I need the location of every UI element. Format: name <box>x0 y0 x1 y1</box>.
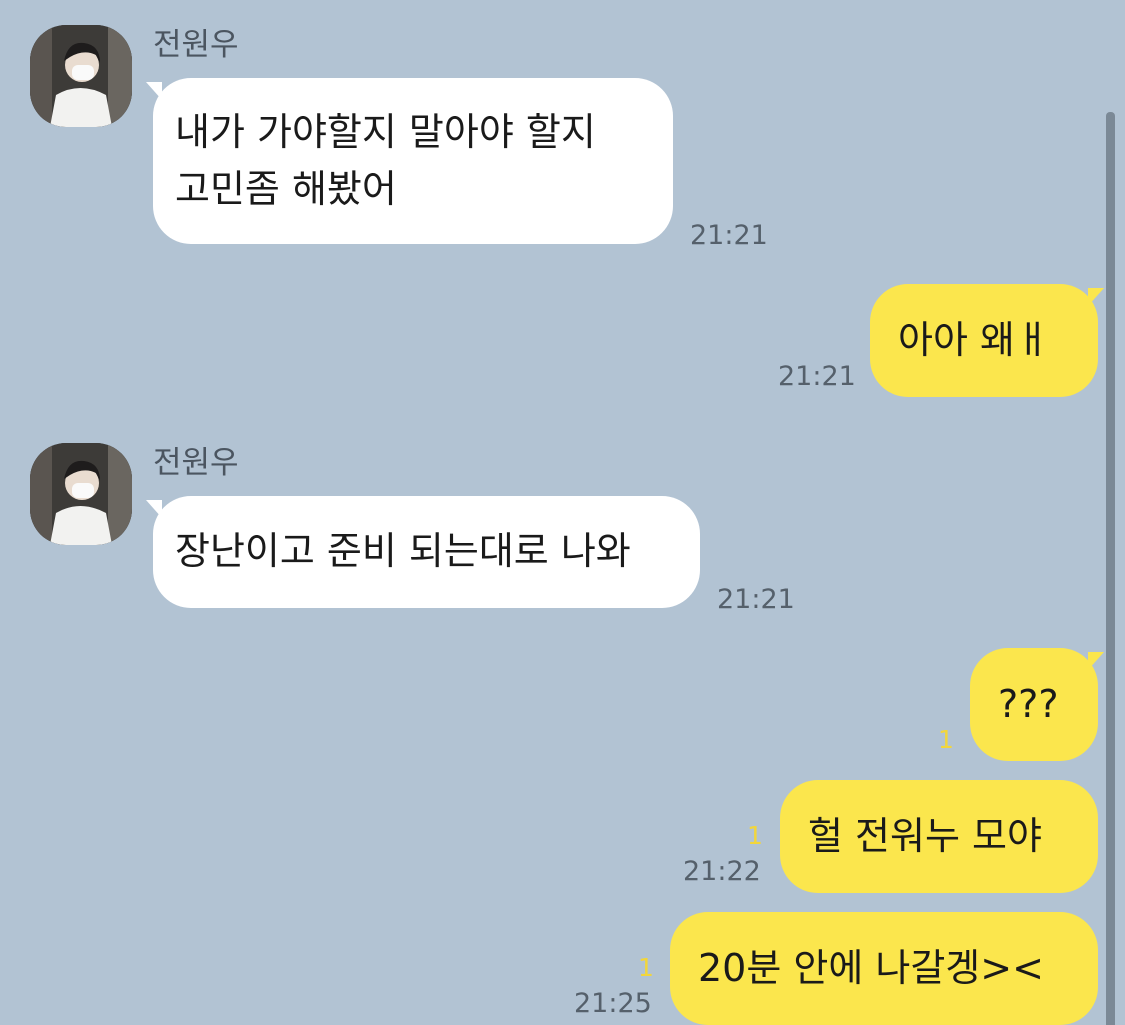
sender-name: 전원우 <box>153 445 239 481</box>
message-text: 장난이고 준비 되는대로 나와 <box>175 529 631 573</box>
message-text: 헐 전워누 모야 <box>808 814 1042 858</box>
message-time: 21:22 <box>683 856 761 887</box>
message-time: 21:21 <box>778 361 856 392</box>
message-text: 아아 왜ㅐ <box>898 318 1050 362</box>
message-bubble-outgoing[interactable]: 아아 왜ㅐ <box>870 284 1098 397</box>
avatar-photo <box>30 443 132 545</box>
avatar[interactable] <box>30 443 132 545</box>
message-time: 21:25 <box>574 988 652 1019</box>
message-text-line: 내가 가야할지 말아야 할지 <box>175 110 596 154</box>
message-time: 21:21 <box>690 220 768 251</box>
message-text-line: 고민좀 해봤어 <box>175 167 397 211</box>
unread-count: 1 <box>938 725 954 754</box>
message-bubble-incoming[interactable]: 내가 가야할지 말아야 할지 고민좀 해봤어 <box>153 78 673 244</box>
message-text: 20분 안에 나갈겡>< <box>698 946 1044 990</box>
message-bubble-incoming[interactable]: 장난이고 준비 되는대로 나와 <box>153 496 700 608</box>
sender-name: 전원우 <box>153 27 239 63</box>
unread-count: 1 <box>747 821 763 850</box>
avatar[interactable] <box>30 25 132 127</box>
message-text: ??? <box>998 682 1059 726</box>
message-bubble-outgoing[interactable]: ??? <box>970 648 1098 761</box>
message-bubble-outgoing[interactable]: 헐 전워누 모야 <box>780 780 1098 893</box>
scrollbar[interactable] <box>1106 112 1115 1025</box>
avatar-photo <box>30 25 132 127</box>
message-time: 21:21 <box>717 584 795 615</box>
message-bubble-outgoing[interactable]: 20분 안에 나갈겡>< <box>670 912 1098 1025</box>
unread-count: 1 <box>638 953 654 982</box>
